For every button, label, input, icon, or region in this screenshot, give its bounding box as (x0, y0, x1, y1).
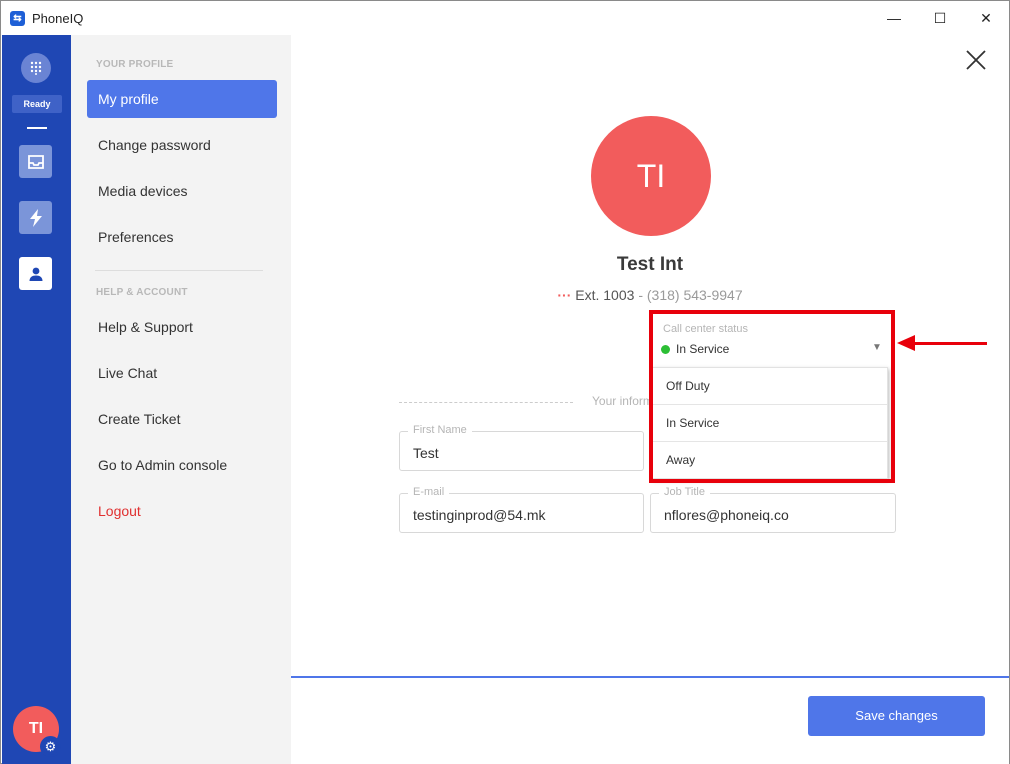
info-section-title: Your inform (592, 394, 653, 408)
first-name-field[interactable]: First Name Test (399, 424, 644, 471)
caret-down-icon: ▼ (872, 342, 882, 353)
dialpad-icon[interactable] (21, 53, 51, 83)
app-logo-icon: ⇆ (10, 11, 25, 26)
menu-item-change-password[interactable]: Change password (87, 126, 277, 164)
sidebar-divider (95, 270, 263, 271)
title-bar: ⇆ PhoneIQ — ☐ ✕ (1, 1, 1009, 35)
minimize-button[interactable]: — (871, 5, 917, 31)
menu-item-create-ticket[interactable]: Create Ticket (87, 400, 277, 438)
menu-item-preferences[interactable]: Preferences (87, 218, 277, 256)
email-value: testinginprod@54.mk (413, 507, 546, 523)
status-option-in-service[interactable]: In Service (653, 405, 887, 442)
call-center-status-label: Call center status (663, 323, 748, 335)
status-option-off-duty[interactable]: Off Duty (653, 368, 887, 405)
menu-item-media-devices[interactable]: Media devices (87, 172, 277, 210)
call-center-status-value: In Service (661, 342, 729, 356)
job-title-label: Job Title (659, 486, 710, 498)
phone-separator: - (638, 287, 643, 303)
inbox-icon[interactable] (19, 145, 52, 178)
presence-dots-icon: ··· (557, 287, 572, 303)
rail-divider (27, 127, 47, 129)
profile-avatar: TI (591, 116, 711, 236)
profile-phone-line: ··· Ext. 1003 - (318) 543-9947 (291, 287, 1009, 303)
profile-panel: TI Test Int ··· Ext. 1003 - (318) 543-99… (291, 35, 1009, 764)
menu-item-my-profile[interactable]: My profile (87, 80, 277, 118)
info-divider (399, 402, 573, 403)
settings-sidebar: YOUR PROFILE My profile Change password … (71, 35, 291, 764)
menu-item-live-chat[interactable]: Live Chat (87, 354, 277, 392)
phone-number: (318) 543-9947 (646, 287, 743, 303)
email-label: E-mail (408, 486, 450, 498)
save-changes-button[interactable]: Save changes (808, 696, 985, 736)
section-title-help: HELP & ACCOUNT (96, 287, 188, 298)
status-option-away[interactable]: Away (653, 442, 887, 479)
maximize-button[interactable]: ☐ (917, 5, 963, 31)
annotation-arrow-line (911, 342, 987, 345)
lightning-icon[interactable] (19, 201, 52, 234)
job-title-value: nflores@phoneiq.co (664, 507, 789, 523)
section-title-profile: YOUR PROFILE (96, 59, 174, 70)
extension: Ext. 1003 (575, 287, 635, 303)
logout-link[interactable]: Logout (87, 492, 277, 530)
email-field[interactable]: E-mail testinginprod@54.mk (399, 486, 644, 533)
nav-rail: Ready TI ⚙ (2, 35, 71, 764)
profile-icon[interactable] (19, 257, 52, 290)
call-center-status-select[interactable]: Call center status In Service ▼ (651, 323, 889, 365)
close-window-button[interactable]: ✕ (963, 5, 1009, 31)
profile-name: Test Int (616, 254, 684, 275)
job-title-field[interactable]: Job Title nflores@phoneiq.co (650, 486, 896, 533)
status-dot-icon (661, 344, 670, 354)
selected-status: In Service (676, 342, 730, 356)
close-icon[interactable] (963, 47, 989, 73)
gear-icon[interactable]: ⚙ (40, 736, 61, 757)
status-dropdown-menu: Off Duty In Service Away (652, 367, 888, 479)
menu-item-help-support[interactable]: Help & Support (87, 308, 277, 346)
menu-item-admin-console[interactable]: Go to Admin console (87, 446, 277, 484)
first-name-label: First Name (408, 424, 472, 436)
window-title: PhoneIQ (32, 11, 84, 26)
first-name-value: Test (413, 445, 439, 461)
app-window: ⇆ PhoneIQ — ☐ ✕ Ready TI ⚙ YOUR PROFILE … (0, 0, 1010, 764)
footer-divider (291, 676, 1009, 678)
status-badge[interactable]: Ready (12, 95, 62, 113)
